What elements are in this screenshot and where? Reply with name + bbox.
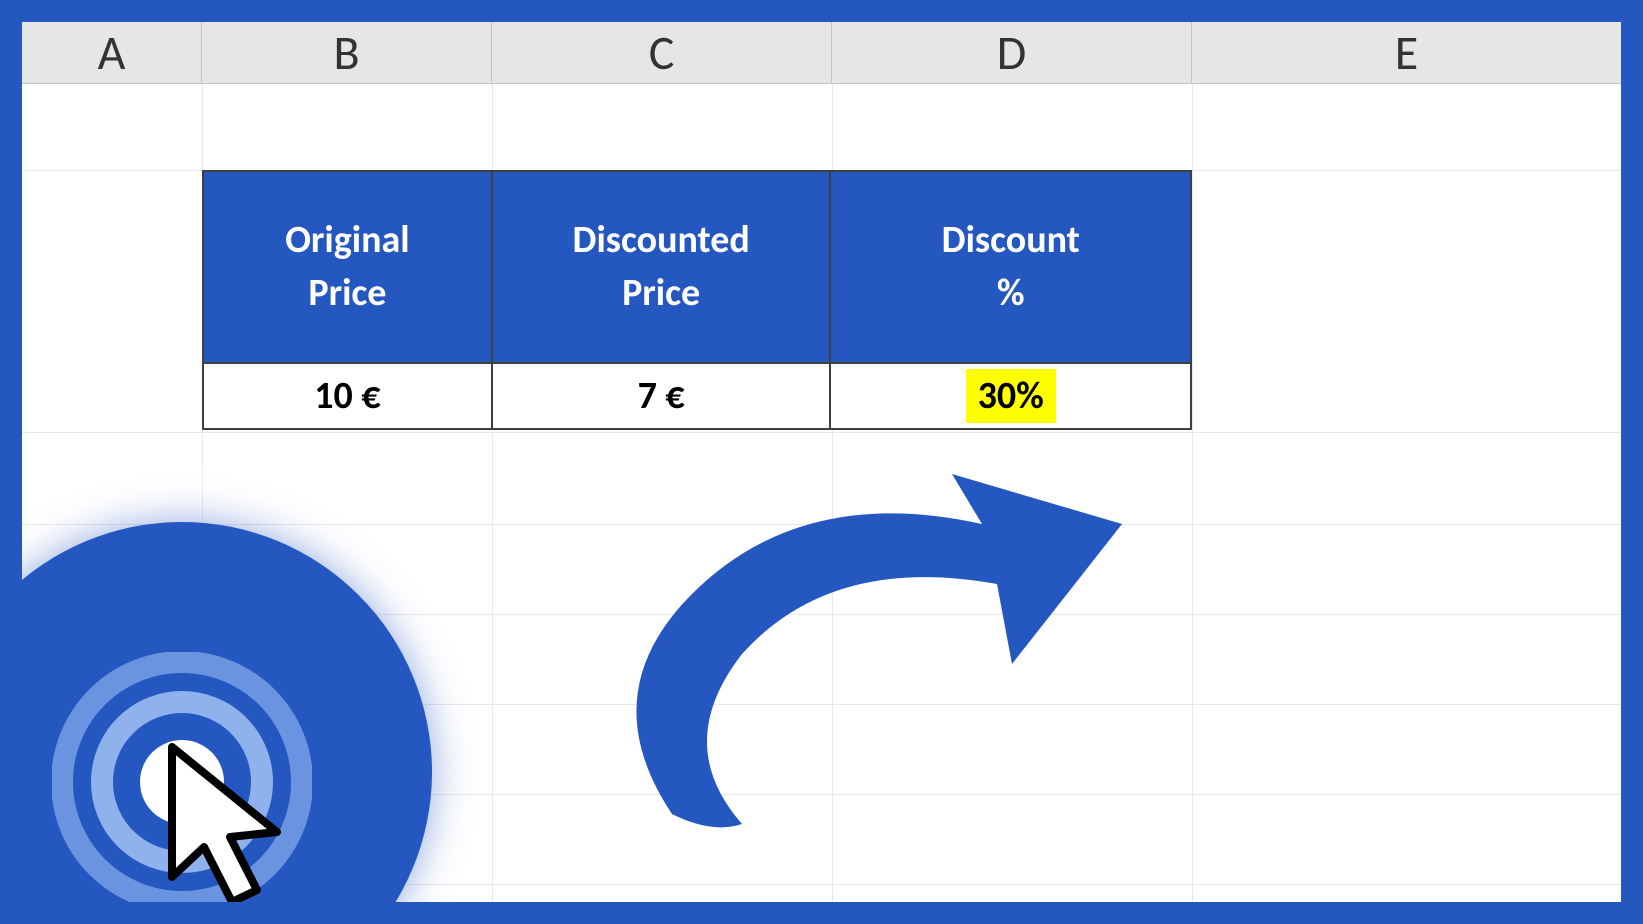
col-header-c[interactable]: C [492, 22, 832, 84]
header-discounted-price[interactable]: Discounted Price [493, 172, 832, 362]
table-header-row: Original Price Discounted Price Discount… [204, 172, 1190, 362]
spreadsheet-grid[interactable]: Original Price Discounted Price Discount… [22, 84, 1621, 902]
spreadsheet-frame: A B C D E Original Price Discounted Pric… [22, 22, 1621, 902]
watermark-glow [22, 462, 482, 902]
watermark-circle [22, 522, 432, 902]
discount-highlight: 30% [966, 369, 1056, 423]
cell-discount-percent[interactable]: 30% [831, 364, 1190, 428]
header-original-price[interactable]: Original Price [204, 172, 493, 362]
table-row: 10 € 7 € 30% [204, 362, 1190, 428]
cursor-icon [142, 737, 322, 902]
col-header-a[interactable]: A [22, 22, 202, 84]
cell-discounted-price[interactable]: 7 € [493, 364, 832, 428]
cell-original-price[interactable]: 10 € [204, 364, 493, 428]
col-header-e[interactable]: E [1192, 22, 1621, 84]
col-header-d[interactable]: D [832, 22, 1192, 84]
column-header-row: A B C D E [22, 22, 1621, 84]
curved-arrow-icon [552, 464, 1172, 884]
header-discount-percent[interactable]: Discount % [831, 172, 1190, 362]
price-table: Original Price Discounted Price Discount… [202, 170, 1192, 430]
col-header-b[interactable]: B [202, 22, 492, 84]
click-rings-icon [52, 652, 312, 902]
